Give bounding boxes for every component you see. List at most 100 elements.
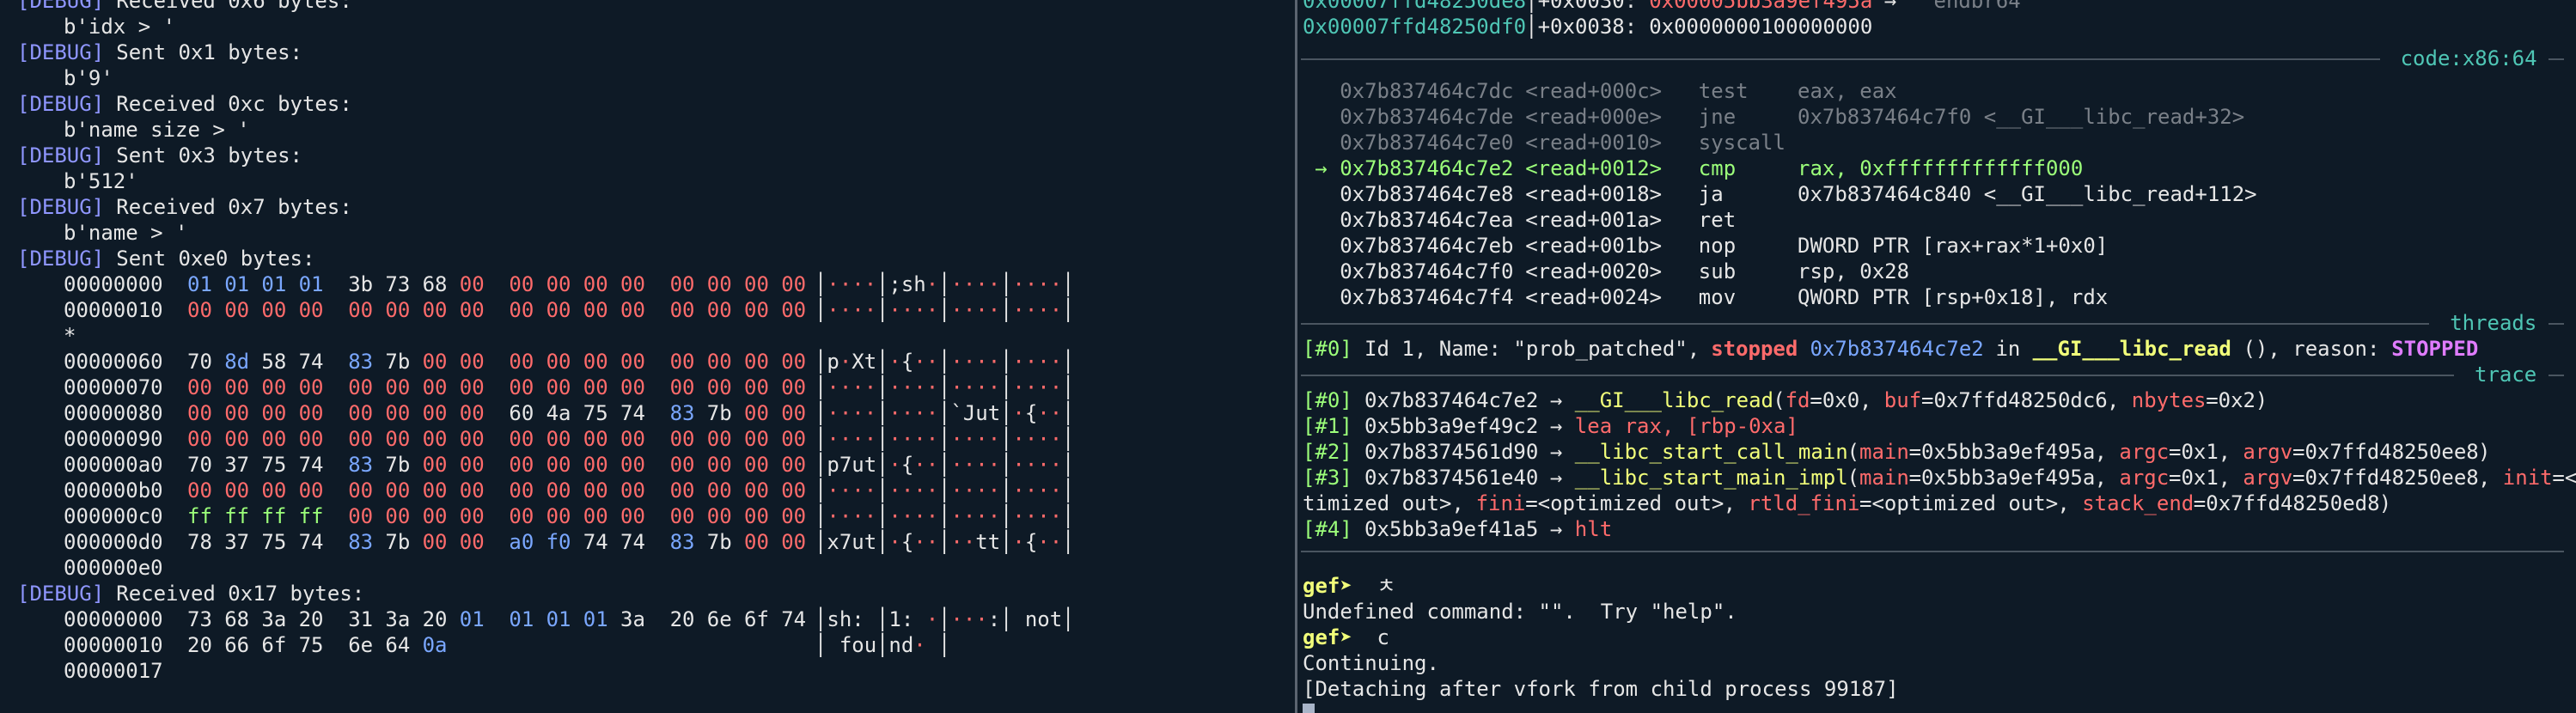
hexdump-byte: 7b <box>706 530 732 554</box>
hexdump-offset: 00000000 <box>64 607 163 631</box>
ascii-char: ` <box>950 401 963 425</box>
ascii-char: n <box>1024 607 1038 631</box>
hexdump-byte: 31 <box>348 607 374 631</box>
ascii-char: · <box>1024 375 1038 399</box>
trace-arg-name: buf <box>1883 388 1922 412</box>
ascii-char: · <box>987 272 1001 296</box>
hexdump-byte: 64 <box>385 633 411 657</box>
trace-wrap: timized out>, <box>1303 491 1477 515</box>
hexdump-ascii-group: ···· <box>1012 349 1062 375</box>
thread-reason-label: (), reason: <box>2231 337 2392 361</box>
terminal-cursor[interactable] <box>1303 704 1315 713</box>
hexdump-separator: │ <box>1000 453 1013 477</box>
ascii-char: · <box>1037 530 1050 554</box>
thread-function: __GI___libc_read <box>2032 337 2231 361</box>
disasm-mnemonic: nop <box>1698 234 1737 258</box>
trace-frame-address: 0x7b8374561e40 <box>1352 466 1539 490</box>
trace-arg-value: =0x5bb3a9ef495a <box>1908 466 2096 490</box>
gef-debugger-pane[interactable]: 0x00007ffd48250de8 │ +0x0030: 0x00005bb3a9… <box>1301 0 2576 713</box>
hexdump-byte: 01 <box>546 607 571 631</box>
disasm-address: 0x7b837464c7e0 <box>1340 131 1514 155</box>
hexdump-ascii-group: ···· <box>950 503 1000 529</box>
hexdump-separator: │ <box>938 298 951 322</box>
hexdump-offset: 000000a0 <box>64 453 163 477</box>
ascii-char: · <box>1037 453 1050 477</box>
code-heading-rule-end <box>2549 58 2564 60</box>
hexdump-byte: 00 <box>620 427 645 451</box>
hexdump-byte: 74 <box>298 350 324 374</box>
disasm-address: 0x7b837464c7e8 <box>1340 182 1514 206</box>
hexdump-byte: 83 <box>348 530 374 554</box>
debug-value: b'idx > ' <box>64 15 176 39</box>
ascii-char: · <box>925 504 939 528</box>
disasm-symbol: <read+0012> <box>1525 156 1663 180</box>
hexdump-separator: │ <box>876 530 889 554</box>
debug-value: b'name size > ' <box>64 118 250 142</box>
ascii-char: · <box>888 453 901 477</box>
ascii-char: · <box>1049 453 1063 477</box>
hexdump-ascii-group: ·{·· <box>888 452 938 478</box>
hexdump-byte: 00 <box>298 478 324 503</box>
thread-status: stopped <box>1711 337 1798 361</box>
trace-comma: , <box>1723 491 1749 515</box>
ascii-char: u <box>975 401 988 425</box>
hexdump-byte: 00 <box>546 504 571 528</box>
ascii-char: · <box>864 298 877 322</box>
ascii-char: · <box>975 375 988 399</box>
hexdump-byte: 00 <box>583 375 608 399</box>
hexdump-ascii-group: ···· <box>827 400 876 426</box>
pwntools-log-pane[interactable]: [DEBUG] Received 0x6 bytes: b'idx > ' [DEB… <box>0 0 1294 713</box>
hexdump-separator: │ <box>815 453 827 477</box>
hexdump-separator: │ <box>1062 478 1075 503</box>
debug-value: b'name > ' <box>64 221 188 245</box>
thread-address: 0x7b837464c7e2 <box>1798 337 1984 361</box>
disasm-mnemonic: ret <box>1698 208 1737 232</box>
stack-separator: │ <box>1525 15 1538 39</box>
hexdump-byte: 00 <box>706 453 732 477</box>
trace-arg-value: =0x7ffd48250ed8 <box>2193 491 2380 515</box>
hexdump-offset: 00000017 <box>64 659 163 683</box>
ascii-char: · <box>1049 401 1063 425</box>
hexdump-byte: 00 <box>706 478 732 503</box>
hexdump-separator: │ <box>1062 375 1075 399</box>
hexdump-byte: 00 <box>583 350 608 374</box>
hexdump-byte: 00 <box>459 427 485 451</box>
ascii-char: h <box>913 272 926 296</box>
hexdump-byte: 00 <box>669 478 695 503</box>
hexdump-byte: 83 <box>348 350 374 374</box>
trace-arg-name: rtld_fini <box>1748 491 1860 515</box>
thread-id: [#0] <box>1303 337 1352 361</box>
trace-frame-address: 0x5bb3a9ef41a5 <box>1352 517 1539 541</box>
hexdump-byte: 00 <box>422 478 448 503</box>
ascii-char: : <box>987 607 1001 631</box>
hexdump-separator: │ <box>876 375 889 399</box>
hexdump-byte: 00 <box>583 298 608 322</box>
hexdump-ascii-group: 1: · <box>888 606 938 632</box>
disasm-address: 0x7b837464c7de <box>1340 105 1514 129</box>
ascii-char: · <box>1024 427 1038 451</box>
current-instruction-marker <box>1315 104 1340 130</box>
hexdump-byte: 00 <box>620 375 645 399</box>
trace-frame-address: 0x7b837464c7e2 <box>1352 388 1539 412</box>
ascii-char: · <box>839 478 852 503</box>
hexdump-byte: 00 <box>509 453 534 477</box>
gef-output: Continuing. <box>1303 651 1439 675</box>
ascii-char: · <box>975 453 988 477</box>
gef-output: Undefined command: "". Try "help". <box>1303 600 1737 624</box>
ascii-char: · <box>900 375 914 399</box>
ascii-char: · <box>1012 272 1025 296</box>
ascii-char: · <box>852 401 864 425</box>
ascii-char: · <box>852 427 864 451</box>
hexdump-separator: │ <box>938 401 951 425</box>
debug-tag: [DEBUG] <box>17 195 105 219</box>
hexdump-ascii-group: ···· <box>827 503 876 529</box>
hexdump-byte: 00 <box>706 375 732 399</box>
hexdump-byte: 58 <box>261 350 287 374</box>
ascii-char: · <box>888 298 901 322</box>
pane-divider[interactable] <box>1295 0 1297 713</box>
hexdump-separator: │ <box>815 401 827 425</box>
hexdump-byte: 00 <box>781 478 807 503</box>
disasm-operands: QWORD PTR [rsp+0x18], rdx <box>1798 285 2109 309</box>
trace-instruction: hlt <box>1574 517 1613 541</box>
current-instruction-marker <box>1315 233 1340 259</box>
